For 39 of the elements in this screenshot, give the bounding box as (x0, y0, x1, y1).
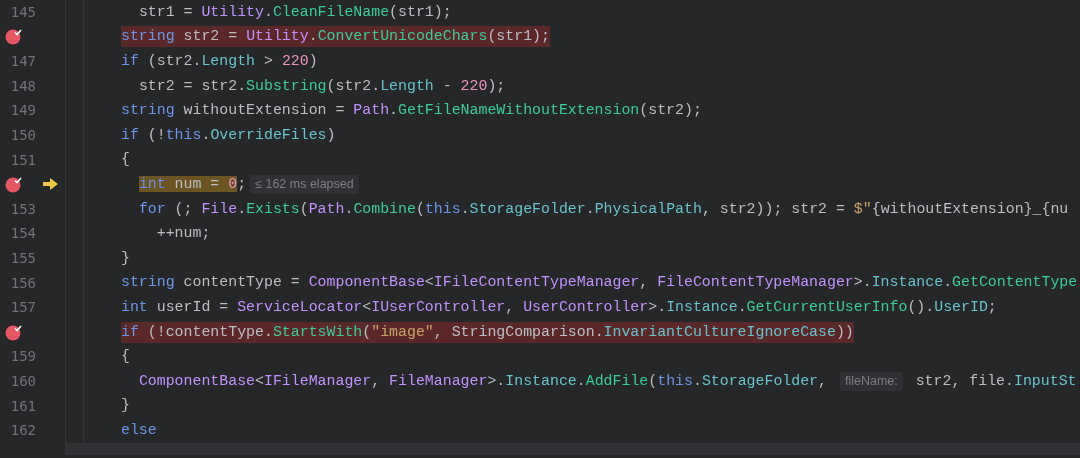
code-text: str2, file.InputSt (914, 371, 1077, 391)
line-number: 151 (10, 150, 36, 170)
line-number: 161 (10, 396, 36, 416)
code-text: } (121, 396, 130, 416)
line-number: 156 (10, 273, 36, 293)
code-text: else (121, 420, 157, 440)
line-number: 149 (10, 101, 36, 121)
inlay-hint: fileName: (839, 371, 903, 391)
code-text: string str2 = Utility.ConvertUnicodeChars(str1); (121, 26, 550, 48)
code-text: string withoutExtension = Path.GetFileNameWithoutExtension(str2); (121, 101, 702, 121)
code-text: if (!contentType.StartsWith("image", StringComparison.InvariantCultureIgnoreCase)) (121, 321, 854, 343)
line-number: 155 (10, 248, 36, 268)
breakpoint-icon[interactable] (5, 323, 22, 341)
line-number: 160 (10, 371, 36, 391)
code-text: ++num; (155, 224, 211, 244)
code-text: int num = 0; (138, 174, 247, 194)
code-text: str2 = str2.Substring(str2.Length - 220); (138, 76, 506, 96)
code-text: ComponentBase<IFileManager, FileManager>.Instance.AddFile(this.StorageFolder, (138, 371, 828, 391)
code-text: { (121, 150, 130, 170)
line-number: 150 (10, 125, 36, 145)
line-number: 145 (10, 3, 36, 22)
code-text: } (121, 248, 130, 268)
line-number: 162 (10, 421, 36, 441)
code-text: int userId = ServiceLocator<IUserController, UserController>.Instance.GetCurrentUserInfo().UserID; (121, 297, 997, 317)
line-number: 153 (10, 199, 36, 219)
code-text: if (!this.OverrideFiles) (121, 125, 336, 145)
breakpoint-icon[interactable] (5, 28, 22, 46)
line-number: 147 (10, 52, 36, 72)
inlay-hint: ≤ 162 ms elapsed (250, 174, 359, 194)
code-text: for (; File.Exists(Path.Combine(this.StorageFolder.PhysicalPath, str2)); str2 = $"{withoutExtension}_{nu (138, 199, 1069, 219)
line-number: 148 (10, 76, 36, 96)
line-number: 154 (10, 224, 36, 244)
code-text: { (121, 347, 130, 367)
breakpoint-icon[interactable] (5, 175, 22, 193)
code-text: if (str2.Length > 220) (121, 52, 318, 71)
line-number: 157 (10, 298, 36, 318)
code-text: str1 = Utility.CleanFileName(str1); (138, 2, 452, 22)
code-text: string contentType = ComponentBase<IFileContentTypeManager, FileContentTypeManager>.Instance.GetContentType (121, 273, 1078, 293)
line-number: 159 (10, 347, 36, 367)
